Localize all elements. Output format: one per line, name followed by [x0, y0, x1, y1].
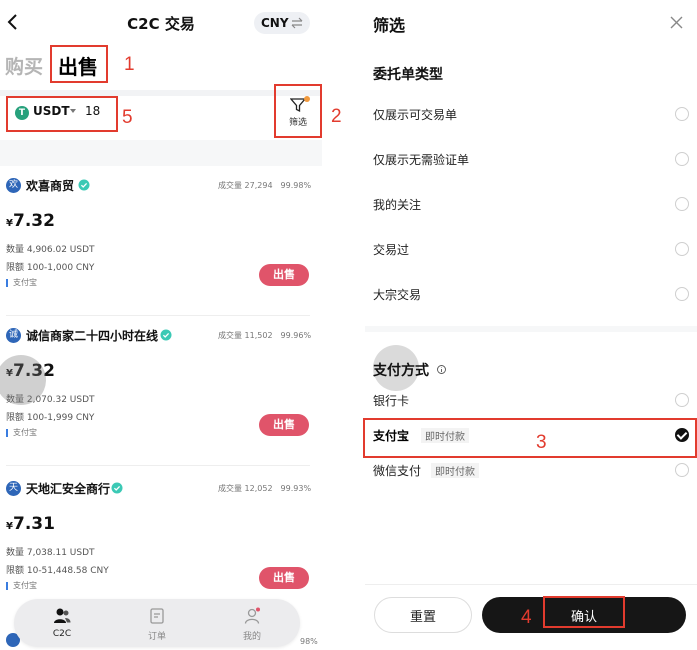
section-title-payment: 支付方式 — [373, 363, 429, 379]
nav-item-c2c[interactable]: C2C — [32, 599, 92, 647]
verified-icon — [111, 482, 123, 494]
option-traded-before[interactable]: 交易过 — [373, 238, 689, 262]
verified-icon — [160, 329, 172, 341]
section-title-order-type: 委托单类型 — [373, 67, 443, 83]
orders-icon — [150, 608, 164, 624]
listing-card: 欢 欢喜商贸 成交量 27,294 99.98% ¥ 7.32 数量 4,906.… — [0, 166, 322, 316]
option-label: 仅展示可交易单 — [373, 108, 458, 122]
listing-card: 诚 诚信商家二十四小时在线 成交量 11,502 99.96% ¥ 7.32 数量… — [0, 316, 322, 466]
annotation-number: 2 — [331, 106, 342, 127]
nav-label: 我的 — [242, 632, 261, 642]
merchant-name[interactable]: 欢喜商贸 — [26, 177, 74, 194]
annotation-number: 1 — [124, 54, 135, 75]
bottom-navigation: C2C 订单 我的 — [14, 599, 300, 647]
instant-payment-tag: 即时付款 — [431, 463, 479, 478]
radio-button[interactable] — [675, 393, 689, 407]
option-label: 银行卡 — [373, 394, 410, 408]
radio-button[interactable] — [675, 152, 689, 166]
merchant-avatar: 天 — [6, 481, 21, 496]
option-bulk-trade[interactable]: 大宗交易 — [373, 283, 689, 307]
option-label: 交易过 — [373, 243, 410, 257]
radio-button[interactable] — [675, 287, 689, 301]
listing-card: 天 天地汇安全商行 成交量 12,052 99.93% ¥ 7.31 数量 7,0… — [0, 469, 322, 619]
sell-button[interactable]: 出售 — [259, 414, 309, 436]
completion-rate: 99.96% — [280, 331, 312, 340]
trade-volume: 成交量 12,052 — [218, 484, 273, 493]
trade-volume: 成交量 27,294 — [218, 181, 273, 190]
annotation-box-2 — [274, 84, 322, 138]
currency-selector[interactable]: CNY — [254, 12, 310, 34]
quantity: 数量 4,906.02 USDT — [6, 245, 95, 255]
nav-label: 订单 — [147, 632, 166, 642]
top-bar: C2C 交易 CNY — [0, 0, 322, 46]
trade-volume: 成交量 11,502 — [218, 331, 273, 340]
trade-stats: 成交量 12,052 99.93% — [218, 483, 311, 494]
annotation-box-5 — [6, 96, 118, 132]
annotation-number: 4 — [521, 607, 532, 628]
price: 7.32 — [13, 211, 55, 231]
merchant-name[interactable]: 天地汇安全商行 — [26, 480, 110, 497]
spacer — [0, 140, 322, 166]
option-label: 微信支付 — [373, 464, 422, 478]
option-no-verification[interactable]: 仅展示无需验证单 — [373, 148, 689, 172]
filter-panel-title: 筛选 — [373, 16, 406, 35]
annotation-number: 5 — [122, 107, 133, 128]
close-icon[interactable] — [670, 16, 683, 29]
tab-buy[interactable]: 购买 — [5, 52, 43, 79]
limit: 限额 100-1,000 CNY — [6, 263, 95, 273]
radio-button[interactable] — [675, 463, 689, 477]
completion-rate: 99.98% — [280, 181, 312, 190]
currency-symbol: ¥ — [6, 521, 13, 532]
option-my-follows[interactable]: 我的关注 — [373, 193, 689, 217]
payment-method: 支付宝 — [6, 279, 37, 287]
swap-icon — [291, 17, 303, 29]
filter-panel: 筛选 委托单类型 仅展示可交易单 仅展示无需验证单 我的关注 交易过 大宗交易 … — [365, 0, 697, 650]
merchant-name[interactable]: 诚信商家二十四小时在线 — [26, 327, 158, 344]
quantity: 数量 7,038.11 USDT — [6, 548, 95, 558]
trade-stats: 成交量 11,502 99.96% — [218, 330, 311, 341]
info-icon[interactable] — [437, 365, 446, 374]
nav-item-profile[interactable]: 我的 — [222, 599, 282, 647]
option-label: 我的关注 — [373, 198, 422, 212]
payment-method: 支付宝 — [6, 582, 37, 590]
limit: 限额 100-1,999 CNY — [6, 413, 95, 423]
divider — [6, 465, 310, 466]
limit: 限额 10-51,448.58 CNY — [6, 566, 109, 576]
nav-label: C2C — [52, 629, 72, 639]
price: 7.31 — [13, 514, 55, 534]
sell-button[interactable]: 出售 — [259, 567, 309, 589]
option-bank-card[interactable]: 银行卡 — [373, 389, 689, 413]
annotation-box-1 — [50, 45, 108, 83]
option-wechat-pay[interactable]: 微信支付 即时付款 — [373, 459, 689, 483]
nav-item-orders[interactable]: 订单 — [127, 599, 187, 647]
profile-icon — [244, 607, 260, 624]
sell-button[interactable]: 出售 — [259, 264, 309, 286]
currency-symbol: ¥ — [6, 218, 13, 229]
option-tradable-only[interactable]: 仅展示可交易单 — [373, 103, 689, 127]
annotation-box-4 — [543, 596, 625, 628]
users-icon — [54, 608, 71, 623]
completion-rate: 98% — [300, 637, 318, 646]
currency-label: CNY — [261, 16, 289, 30]
trade-stats: 成交量 27,294 99.98% — [218, 180, 311, 191]
radio-button[interactable] — [675, 107, 689, 121]
option-label: 仅展示无需验证单 — [373, 153, 470, 167]
payment-method: 支付宝 — [6, 429, 37, 437]
option-label: 大宗交易 — [373, 288, 422, 302]
completion-rate: 99.93% — [280, 484, 312, 493]
annotation-box-3 — [363, 418, 697, 458]
radio-button[interactable] — [675, 242, 689, 256]
annotation-number: 3 — [536, 432, 547, 453]
merchant-avatar: 欢 — [6, 178, 21, 193]
merchant-avatar: 诚 — [6, 328, 21, 343]
reset-button[interactable]: 重置 — [374, 597, 472, 633]
divider — [365, 326, 697, 332]
radio-button[interactable] — [675, 197, 689, 211]
verified-icon — [78, 179, 90, 191]
